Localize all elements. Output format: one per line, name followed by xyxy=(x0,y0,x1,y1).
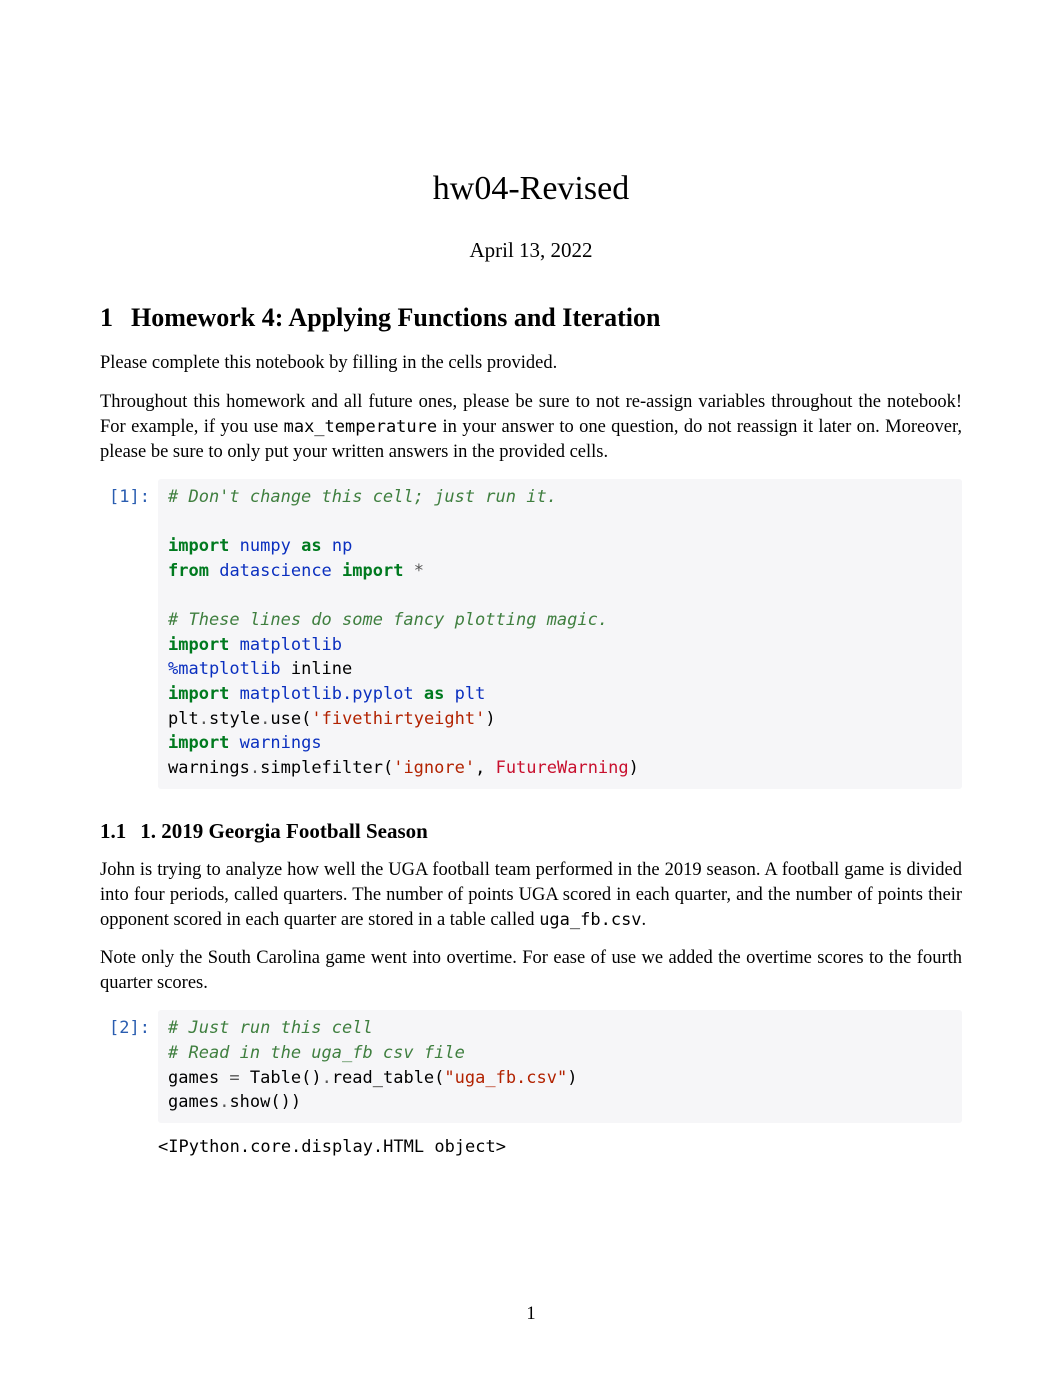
rparen: ) xyxy=(567,1068,577,1088)
subsection-heading: 1.1 1. 2019 Georgia Football Season xyxy=(100,819,962,844)
alias-plt: plt xyxy=(455,684,486,704)
section-number: 1 xyxy=(100,303,113,332)
rparen: ) xyxy=(629,758,639,778)
attr-style: style xyxy=(209,709,260,729)
code-comment: # Read in the uga_fb csv file xyxy=(168,1043,465,1063)
dot: . xyxy=(260,709,270,729)
page-number: 1 xyxy=(0,1304,1062,1325)
paragraph-overtime-note: Note only the South Carolina game went i… xyxy=(100,946,962,996)
dot: . xyxy=(322,1068,332,1088)
call-use: use( xyxy=(270,709,311,729)
subsection-number: 1.1 xyxy=(100,819,126,843)
section-title: Homework 4: Applying Functions and Itera… xyxy=(131,303,660,332)
cell-prompt: [2]: xyxy=(100,1010,158,1123)
dot: . xyxy=(199,709,209,729)
name-plt: plt xyxy=(168,709,199,729)
code-body: # Just run this cell # Read in the uga_f… xyxy=(158,1010,962,1123)
code-cell-1: [1]: # Don't change this cell; just run … xyxy=(100,479,962,789)
string-uga-fb-csv: "uga_fb.csv" xyxy=(444,1068,567,1088)
keyword-import: import xyxy=(168,536,229,556)
inline-code-max-temperature: max_temperature xyxy=(284,417,438,437)
module-numpy: numpy xyxy=(240,536,291,556)
document-date: April 13, 2022 xyxy=(100,238,962,263)
subsection-title: 1. 2019 Georgia Football Season xyxy=(140,819,428,843)
name-games: games xyxy=(168,1068,219,1088)
assign: = xyxy=(219,1068,250,1088)
keyword-import: import xyxy=(342,561,403,581)
call-show: show() xyxy=(229,1092,290,1112)
module-datascience: datascience xyxy=(219,561,332,581)
alias-np: np xyxy=(332,536,352,556)
code-body: # Don't change this cell; just run it. i… xyxy=(158,479,962,789)
wildcard-star: * xyxy=(414,561,424,581)
rparen: ) xyxy=(291,1092,301,1112)
magic-arg-inline: inline xyxy=(291,659,352,679)
inline-code-uga-fb-csv: uga_fb.csv xyxy=(539,910,641,930)
name-futurewarning: FutureWarning xyxy=(496,758,629,778)
paragraph-football-intro: John is trying to analyze how well the U… xyxy=(100,858,962,933)
document-page: hw04-Revised April 13, 2022 1 Homework 4:… xyxy=(0,0,1062,1377)
dot: . xyxy=(219,1092,229,1112)
call-read-table: read_table( xyxy=(332,1068,445,1088)
code-comment: # Just run this cell xyxy=(168,1018,373,1038)
cell-output-text: <IPython.core.display.HTML object> xyxy=(158,1137,962,1157)
paragraph-text: John is trying to analyze how well the U… xyxy=(100,860,962,930)
module-matplotlib: matplotlib xyxy=(240,635,342,655)
paragraph-variables-note: Throughout this homework and all future … xyxy=(100,390,962,465)
code-cell-2: [2]: # Just run this cell # Read in the … xyxy=(100,1010,962,1123)
module-warnings: warnings xyxy=(240,733,322,753)
string-ignore: 'ignore' xyxy=(393,758,475,778)
comma: , xyxy=(475,758,495,778)
code-comment: # Don't change this cell; just run it. xyxy=(168,487,557,507)
name-warnings: warnings xyxy=(168,758,250,778)
magic-matplotlib: %matplotlib xyxy=(168,659,281,679)
name-games: games xyxy=(168,1092,219,1112)
dot: . xyxy=(250,758,260,778)
keyword-as: as xyxy=(301,536,321,556)
keyword-import: import xyxy=(168,684,229,704)
rparen: ) xyxy=(485,709,495,729)
code-comment: # These lines do some fancy plotting mag… xyxy=(168,610,608,630)
paragraph-intro: Please complete this notebook by filling… xyxy=(100,351,962,376)
call-simplefilter: simplefilter( xyxy=(260,758,393,778)
keyword-import: import xyxy=(168,635,229,655)
call-table: Table() xyxy=(250,1068,322,1088)
string-fivethirtyeight: 'fivethirtyeight' xyxy=(311,709,485,729)
keyword-from: from xyxy=(168,561,209,581)
keyword-import: import xyxy=(168,733,229,753)
section-heading: 1 Homework 4: Applying Functions and Iter… xyxy=(100,303,962,333)
paragraph-text: . xyxy=(642,910,647,930)
document-title: hw04-Revised xyxy=(100,170,962,208)
keyword-as: as xyxy=(424,684,444,704)
module-pyplot: matplotlib.pyplot xyxy=(240,684,414,704)
cell-prompt: [1]: xyxy=(100,479,158,789)
